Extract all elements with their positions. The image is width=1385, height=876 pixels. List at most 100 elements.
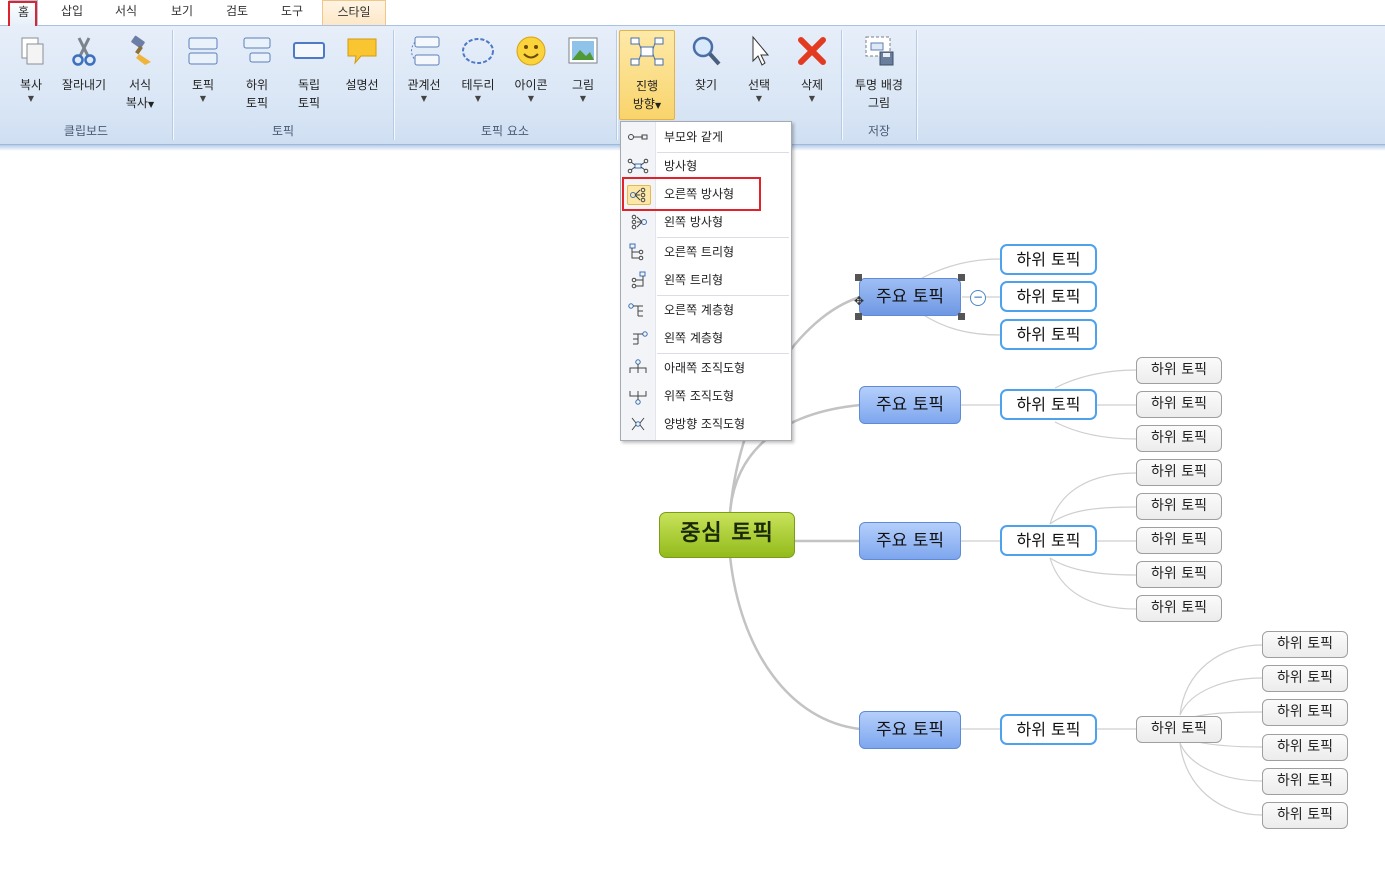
group-label-clipboard: 클립보드 xyxy=(63,124,109,138)
chevron-down-icon: ▼ xyxy=(654,101,662,110)
delete-x-icon xyxy=(798,37,826,65)
copy-button[interactable]: 복사 ▼ xyxy=(4,34,58,120)
leaf-topic[interactable]: 하위 토픽 xyxy=(1136,459,1222,486)
subtopic-label-line2: 토픽 xyxy=(245,96,269,110)
menu-item-radial[interactable]: 방사형 xyxy=(621,153,791,179)
cut-button[interactable]: 잘라내기 xyxy=(57,34,111,120)
subtopic[interactable]: 하위 토픽 xyxy=(1000,389,1097,420)
group-separator xyxy=(616,30,617,140)
leaf-topic[interactable]: 하위 토픽 xyxy=(1136,527,1222,554)
subtopic[interactable]: 하위 토픽 xyxy=(1000,319,1097,350)
group-label-save: 저장 xyxy=(867,124,891,138)
transparent-picture-button[interactable]: 투명 배경 그림 xyxy=(848,34,910,120)
menu-item-org-chart-down[interactable]: 아래쪽 조직도형 xyxy=(621,355,791,381)
transparent-picture-label-line2: 그림 xyxy=(867,96,891,110)
boundary-label: 테두리 xyxy=(461,78,495,92)
main-topic-selected[interactable]: 주요 토픽 xyxy=(859,278,961,316)
delete-button[interactable]: 삭제 ▼ xyxy=(785,34,839,120)
select-button[interactable]: 선택 ▼ xyxy=(732,34,786,120)
subtopic[interactable]: 하위 토픽 xyxy=(1000,281,1097,312)
picture-icon xyxy=(568,37,598,64)
tab-insert[interactable]: 삽입 xyxy=(52,0,92,24)
chevron-down-icon: ▼ xyxy=(474,94,482,103)
tab-tools[interactable]: 도구 xyxy=(272,0,312,24)
subtopic[interactable]: 하위 토픽 xyxy=(1000,525,1097,556)
topic-icon xyxy=(188,37,218,65)
leaf-topic[interactable]: 하위 토픽 xyxy=(1136,391,1222,418)
menu-item-org-chart-both[interactable]: 양방향 조직도형 xyxy=(621,411,791,437)
format-copy-label-line2: 복사 xyxy=(125,96,148,110)
topic-button[interactable]: 토픽 ▼ xyxy=(176,34,230,120)
leaf-topic[interactable]: 하위 토픽 xyxy=(1136,561,1222,588)
tab-style[interactable]: 스타일 xyxy=(322,0,386,25)
left-radial-icon xyxy=(631,214,647,230)
format-copy-button[interactable]: 서식 복사▼ xyxy=(113,34,167,120)
leaf-topic[interactable]: 하위 토픽 xyxy=(1262,734,1348,761)
leaf-topic[interactable]: 하위 토픽 xyxy=(1262,631,1348,658)
tab-home[interactable]: 홈 xyxy=(9,0,38,26)
leaf-topic[interactable]: 하위 토픽 xyxy=(1262,802,1348,829)
menu-item-same-as-parent[interactable]: 부모와 같게 xyxy=(621,124,791,150)
tab-format[interactable]: 서식 xyxy=(106,0,146,24)
selection-handle[interactable] xyxy=(855,274,862,281)
transparent-picture-label: 투명 배경 그림 xyxy=(848,76,910,112)
menu-item-right-radial[interactable]: 오른쪽 방사형 xyxy=(621,181,791,207)
menu-separator xyxy=(657,353,789,354)
layout-direction-label-line1: 진행 xyxy=(635,79,659,93)
menu-separator xyxy=(657,237,789,238)
menu-item-left-radial[interactable]: 왼쪽 방사형 xyxy=(621,209,791,235)
tab-view[interactable]: 보기 xyxy=(162,0,202,24)
picture-button[interactable]: 그림 ▼ xyxy=(556,34,610,120)
cut-label: 잘라내기 xyxy=(61,78,107,92)
right-tree-icon xyxy=(629,243,644,261)
leaf-topic[interactable]: 하위 토픽 xyxy=(1262,665,1348,692)
subtopic[interactable]: 하위 토픽 xyxy=(1000,714,1097,745)
right-radial-icon xyxy=(627,185,651,205)
floating-topic-button[interactable]: 독립 토픽 xyxy=(282,34,336,120)
icon-button[interactable]: 아이콘 ▼ xyxy=(504,34,558,120)
leaf-topic[interactable]: 하위 토픽 xyxy=(1136,493,1222,520)
scissors-icon xyxy=(72,37,96,66)
subtopic-button[interactable]: 하위 토픽 xyxy=(230,34,284,120)
left-hierarchy-icon xyxy=(633,331,648,345)
topic-label: 토픽 xyxy=(191,78,215,92)
callout-label: 설명선 xyxy=(345,78,379,92)
find-button[interactable]: 찾기 xyxy=(679,34,733,120)
menu-item-label: 방사형 xyxy=(664,159,698,173)
leaf-topic[interactable]: 하위 토픽 xyxy=(1136,357,1222,384)
ribbon-tab-bar: 홈 삽입 서식 보기 검토 도구 스타일 xyxy=(0,0,1385,26)
boundary-button[interactable]: 테두리 ▼ xyxy=(451,34,505,120)
main-topic[interactable]: 주요 토픽 xyxy=(859,711,961,749)
selection-handle[interactable] xyxy=(958,313,965,320)
central-topic[interactable]: 중심 토픽 xyxy=(659,512,795,558)
find-label: 찾기 xyxy=(694,78,718,92)
format-copy-label: 서식 복사▼ xyxy=(113,76,167,114)
copy-label: 복사 xyxy=(19,78,43,92)
tab-review[interactable]: 검토 xyxy=(217,0,257,24)
menu-item-left-hierarchy[interactable]: 왼쪽 계층형 xyxy=(621,325,791,351)
subtopic[interactable]: 하위 토픽 xyxy=(1000,244,1097,275)
callout-button[interactable]: 설명선 xyxy=(335,34,389,120)
menu-item-left-tree[interactable]: 왼쪽 트리형 xyxy=(621,267,791,293)
menu-item-org-chart-up[interactable]: 위쪽 조직도형 xyxy=(621,383,791,409)
main-topic[interactable]: 주요 토픽 xyxy=(859,386,961,424)
menu-item-right-hierarchy[interactable]: 오른쪽 계층형 xyxy=(621,297,791,323)
leaf-topic[interactable]: 하위 토픽 xyxy=(1136,425,1222,452)
leaf-topic[interactable]: 하위 토픽 xyxy=(1262,699,1348,726)
menu-item-label: 왼쪽 계층형 xyxy=(664,331,724,345)
subtopic-label-line1: 하위 xyxy=(245,78,269,92)
select-label: 선택 xyxy=(747,78,771,92)
leaf-topic[interactable]: 하위 토픽 xyxy=(1136,716,1222,743)
relationship-button[interactable]: 관계선 ▼ xyxy=(397,34,451,120)
collapse-toggle-icon[interactable]: − xyxy=(970,290,986,306)
selection-handle[interactable] xyxy=(958,274,965,281)
main-topic[interactable]: 주요 토픽 xyxy=(859,522,961,560)
menu-item-label: 부모와 같게 xyxy=(664,130,724,144)
menu-item-right-tree[interactable]: 오른쪽 트리형 xyxy=(621,239,791,265)
selection-handle[interactable] xyxy=(855,313,862,320)
layout-direction-button[interactable]: 진행 방향▼ xyxy=(619,30,675,120)
leaf-topic[interactable]: 하위 토픽 xyxy=(1262,768,1348,795)
left-tree-icon xyxy=(631,271,646,289)
leaf-topic[interactable]: 하위 토픽 xyxy=(1136,595,1222,622)
move-handle-icon[interactable]: ✥ xyxy=(852,294,866,308)
